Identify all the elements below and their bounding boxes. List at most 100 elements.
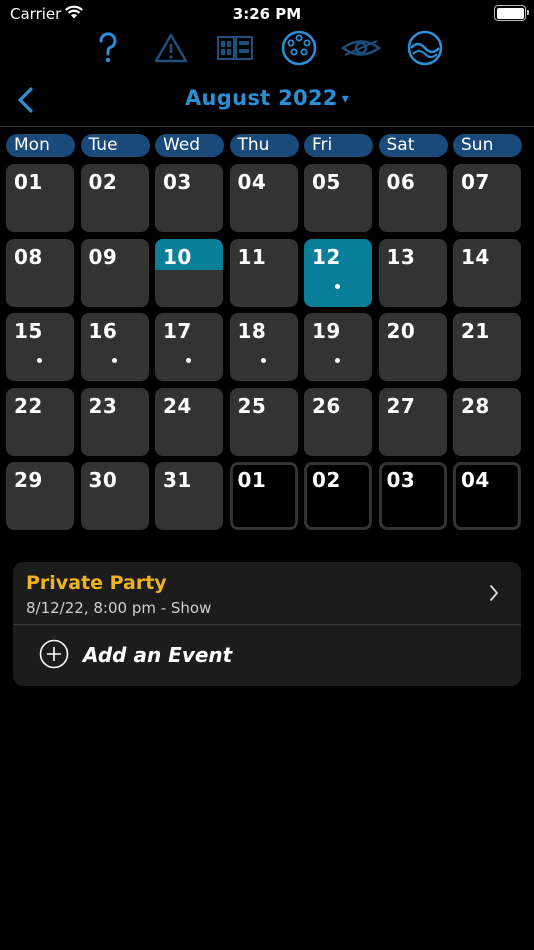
dmx-connector-icon[interactable] [279, 28, 319, 68]
events-card: Private Party 8/12/22, 8:00 pm - Show Ad… [13, 562, 521, 686]
day-number: 16 [88, 319, 118, 343]
day-number: 23 [88, 393, 118, 418]
weekday-label: Sun [453, 134, 522, 157]
day-number: 05 [312, 170, 341, 194]
calendar-day-cell[interactable]: 04 [229, 164, 298, 232]
calendar-day-cell[interactable]: 26 [304, 387, 372, 456]
event-title: Private Party [26, 572, 167, 594]
calendar-day-cell[interactable]: 02 [80, 164, 149, 232]
calendar-day-cell[interactable]: 28 [453, 387, 521, 456]
toolbar [0, 28, 534, 68]
calendar-day-cell[interactable]: 21 [453, 313, 521, 381]
month-header: August 2022 ▾ [0, 78, 534, 122]
calendar-day-cell[interactable]: 13 [378, 238, 447, 307]
calendar-day-cell[interactable]: 18 [229, 313, 298, 381]
day-number: 20 [386, 319, 416, 343]
header-divider [0, 126, 534, 127]
event-dot-icon [335, 283, 340, 289]
calendar-day-cell[interactable]: 23 [80, 387, 149, 456]
battery-icon [494, 5, 529, 21]
patch-icon[interactable] [215, 28, 255, 68]
day-number: 19 [312, 319, 341, 343]
calendar-day-cell[interactable]: 01 [229, 462, 298, 530]
calendar-day-cell[interactable]: 07 [453, 164, 521, 232]
day-number: 02 [312, 468, 341, 492]
calendar-day-cell[interactable]: 30 [80, 462, 149, 530]
weekday-label: Sat [378, 134, 448, 157]
day-number: 25 [237, 393, 267, 418]
calendar-day-cell[interactable]: 04 [453, 462, 521, 530]
day-number: 03 [386, 468, 416, 492]
event-dot-icon [260, 358, 266, 363]
calendar-day-cell[interactable]: 12 [304, 238, 372, 307]
event-dot-icon [37, 358, 42, 363]
weekday-label: Wed [155, 134, 224, 157]
calendar-day-cell[interactable]: 14 [453, 238, 521, 307]
day-number: 28 [461, 393, 490, 418]
chevron-right-icon [489, 584, 499, 606]
weekday-label: Mon [6, 134, 75, 157]
day-number: 04 [461, 468, 490, 492]
day-number: 01 [237, 468, 267, 492]
plus-circle-icon [39, 639, 69, 673]
day-number: 06 [386, 170, 416, 194]
calendar-day-cell[interactable]: 19 [304, 313, 372, 381]
calendar-day-cell[interactable]: 25 [229, 387, 298, 456]
event-subtitle: 8/12/22, 8:00 pm - Show [26, 599, 212, 617]
day-number: 22 [14, 393, 43, 418]
day-number: 12 [312, 244, 341, 269]
wave-icon[interactable] [405, 28, 445, 68]
day-number: 14 [461, 244, 490, 269]
status-bar: Carrier 3:26 PM [0, 0, 534, 28]
calendar-day-cell[interactable]: 06 [378, 164, 447, 232]
day-number: 08 [14, 244, 43, 269]
calendar-day-cell[interactable]: 03 [155, 164, 223, 232]
month-picker-button[interactable]: August 2022 ▾ [0, 86, 534, 110]
day-number: 26 [312, 393, 341, 418]
calendar-day-cell[interactable]: 20 [378, 313, 447, 381]
calendar-day-cell[interactable]: 17 [155, 313, 223, 381]
calendar-day-cell[interactable]: 05 [304, 164, 372, 232]
day-number: 09 [88, 244, 118, 269]
add-event-button[interactable]: Add an Event [13, 625, 521, 686]
status-time: 3:26 PM [232, 5, 302, 23]
calendar-day-cell[interactable]: 15 [6, 313, 74, 381]
calendar-day-cell[interactable]: 09 [80, 238, 149, 307]
calendar-day-cell[interactable]: 10 [155, 238, 223, 307]
calendar-day-cell[interactable]: 01 [6, 164, 74, 232]
calendar-day-cell[interactable]: 08 [6, 238, 74, 307]
day-number: 11 [237, 244, 267, 269]
day-number: 18 [237, 319, 267, 343]
warning-icon[interactable] [151, 28, 191, 68]
day-number: 21 [461, 319, 490, 343]
day-number: 29 [14, 468, 43, 492]
weekday-label: Thu [229, 134, 299, 157]
calendar-day-cell[interactable]: 03 [378, 462, 447, 530]
caret-down-icon: ▾ [341, 91, 350, 107]
event-row[interactable]: Private Party 8/12/22, 8:00 pm - Show [13, 562, 521, 624]
day-number: 02 [88, 170, 118, 194]
calendar-day-cell[interactable]: 27 [378, 387, 447, 456]
event-dot-icon [111, 358, 117, 363]
calendar-day-cell[interactable]: 02 [304, 462, 372, 530]
weekday-label: Tue [80, 134, 150, 157]
month-title: August 2022 [184, 86, 338, 110]
calendar-day-cell[interactable]: 24 [155, 387, 223, 456]
calendar-day-cell[interactable]: 22 [6, 387, 74, 456]
day-number: 13 [386, 244, 416, 269]
day-number: 24 [163, 393, 192, 418]
day-number: 04 [237, 170, 267, 194]
help-icon[interactable] [88, 28, 128, 68]
calendar-day-cell[interactable]: 11 [229, 238, 298, 307]
day-number: 07 [461, 170, 490, 194]
day-number: 17 [163, 319, 192, 343]
day-number: 03 [163, 170, 192, 194]
day-number: 31 [163, 468, 192, 492]
calendar-day-cell[interactable]: 31 [155, 462, 223, 530]
day-number: 30 [88, 468, 118, 492]
day-number: 27 [386, 393, 416, 418]
eye-icon[interactable] [341, 28, 381, 68]
calendar-day-cell[interactable]: 29 [6, 462, 74, 530]
day-number: 15 [14, 319, 43, 343]
calendar-day-cell[interactable]: 16 [80, 313, 149, 381]
